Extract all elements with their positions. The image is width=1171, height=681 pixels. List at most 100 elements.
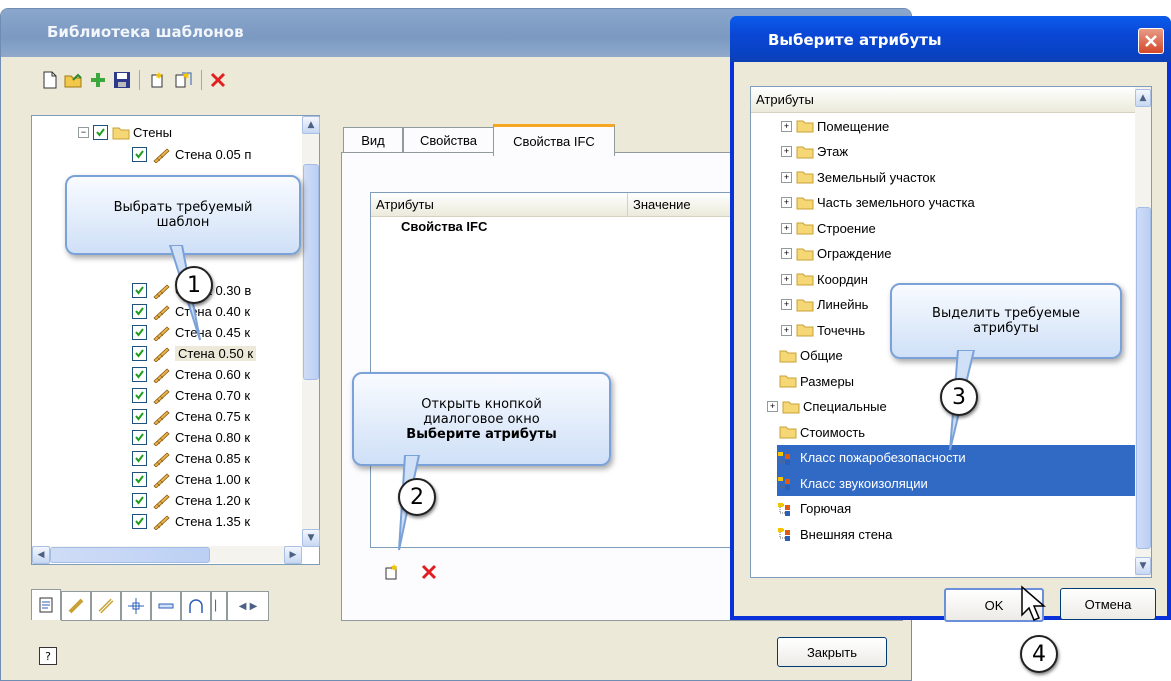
folder-node[interactable]: + Координ [781, 266, 868, 292]
group-row: Свойства IFC [401, 219, 488, 234]
dialog-scrollbar[interactable]: ▲ ▼ [1135, 87, 1151, 577]
tab-icon-more[interactable]: ▏ [211, 591, 227, 621]
checkbox[interactable] [132, 325, 147, 340]
folder-node[interactable]: + Ограждение [781, 241, 892, 267]
delete-icon[interactable] [207, 69, 229, 91]
folder-node[interactable]: Общие [779, 343, 843, 369]
column-value[interactable]: Значение [627, 193, 731, 217]
expand-icon[interactable]: + [781, 120, 792, 132]
cancel-button[interactable]: Отмена [1060, 588, 1156, 620]
scroll-thumb[interactable] [303, 164, 319, 380]
tab-icon-wall[interactable] [61, 591, 91, 621]
folder-node[interactable]: + Этаж [781, 139, 848, 165]
toolbar-separator [201, 70, 202, 90]
folder-icon [796, 119, 817, 133]
attribute-icon [777, 475, 800, 491]
folder-node[interactable]: + Линейнь [781, 292, 868, 318]
checkbox[interactable] [93, 125, 108, 140]
add-icon[interactable] [87, 69, 109, 91]
attribute-node[interactable]: Внешняя стена [777, 521, 892, 547]
callout-text: шаблон [156, 215, 210, 230]
expand-icon[interactable]: + [781, 248, 792, 259]
checkbox[interactable] [132, 147, 147, 162]
checkbox[interactable] [132, 283, 147, 298]
remove-attribute-icon[interactable] [421, 564, 437, 580]
tab-icon-column[interactable] [121, 591, 151, 621]
expand-icon[interactable]: + [781, 324, 792, 336]
help-icon[interactable]: ? [39, 647, 57, 665]
attribute-icon [777, 450, 800, 466]
expand-icon[interactable]: + [781, 222, 792, 234]
folder-node[interactable]: + Помещение [781, 113, 889, 139]
folder-node[interactable]: + Точечнь [781, 317, 865, 343]
copy-template-icon[interactable] [173, 69, 195, 91]
folder-node[interactable]: + Строение [781, 215, 876, 241]
scroll-right-icon[interactable]: ▶ [284, 546, 302, 564]
checkbox[interactable] [132, 514, 147, 529]
new-template-icon[interactable] [147, 69, 169, 91]
tree-item-label: Земельный участок [817, 169, 936, 185]
checkbox[interactable] [132, 472, 147, 487]
attribute-node[interactable]: Горючая [777, 496, 851, 522]
close-icon[interactable] [1138, 28, 1164, 54]
tab-view[interactable]: Вид [343, 127, 403, 153]
folder-icon [779, 425, 800, 439]
collapse-icon[interactable]: − [78, 127, 89, 138]
select-attributes-icon[interactable] [383, 563, 401, 581]
folder-node[interactable]: Размеры [779, 368, 854, 394]
checkbox[interactable] [132, 451, 147, 466]
scroll-thumb-h[interactable] [50, 547, 210, 563]
attribute-icon [777, 526, 800, 542]
column-attributes[interactable]: Атрибуты [371, 193, 627, 217]
folder-node[interactable]: Стоимость [779, 419, 865, 445]
folder-node[interactable]: + Специальные [767, 394, 887, 420]
checkbox[interactable] [132, 346, 147, 361]
tab-properties[interactable]: Свойства [403, 127, 494, 153]
expand-icon[interactable]: + [767, 401, 778, 412]
expand-icon[interactable]: + [781, 299, 792, 310]
tree-horizontal-scrollbar[interactable]: ◀ ▶ [32, 546, 302, 564]
new-icon[interactable] [39, 69, 61, 91]
tree-item-label: Ограждение [817, 246, 892, 261]
expand-icon[interactable]: + [781, 171, 792, 183]
expand-icon[interactable]: + [781, 146, 792, 157]
open-icon[interactable] [63, 69, 85, 91]
expand-icon[interactable]: + [781, 273, 792, 285]
attribute-node[interactable]: Класс звукоизоляции [777, 470, 1135, 496]
tab-icon-door[interactable] [181, 591, 211, 621]
scroll-up-icon[interactable]: ▲ [302, 116, 320, 134]
scroll-down-icon[interactable]: ▼ [302, 529, 320, 547]
tab-icon-properties[interactable] [31, 589, 61, 620]
tree-item-label: Этаж [817, 144, 849, 159]
checkbox[interactable] [132, 388, 147, 403]
checkbox[interactable] [132, 367, 147, 382]
save-icon[interactable] [111, 69, 133, 91]
scroll-thumb[interactable] [1136, 207, 1151, 549]
tree-header[interactable]: Атрибуты [751, 87, 1135, 113]
tab-icon-wall-2[interactable] [91, 591, 121, 621]
folder-icon [796, 298, 817, 312]
checkbox[interactable] [132, 430, 147, 445]
wall-icon [151, 493, 175, 509]
expand-icon[interactable]: + [781, 197, 792, 208]
dialog-title: Выберите атрибуты [768, 31, 942, 49]
cursor-icon [1021, 585, 1046, 621]
tab-scroll-arrows[interactable]: ◀ ▶ [227, 591, 269, 621]
folder-node[interactable]: + Земельный участок [781, 164, 935, 190]
tree-item-label: Стоимость [800, 424, 866, 440]
close-button[interactable]: Закрыть [777, 637, 887, 667]
folder-node[interactable]: + Часть земельного участка [781, 190, 975, 216]
scroll-left-icon[interactable]: ◀ [32, 546, 50, 564]
tree-item-label: Координ [817, 271, 868, 287]
callout-text: Выделить требуемые [932, 306, 1080, 321]
tree-item-label: Стена 0.80 к [175, 430, 251, 445]
checkbox[interactable] [132, 304, 147, 319]
scroll-up-icon[interactable]: ▲ [1135, 89, 1151, 107]
checkbox[interactable] [132, 409, 147, 424]
tree-vertical-scrollbar[interactable]: ▲ ▼ [302, 116, 320, 547]
tab-icon-beam[interactable] [151, 591, 181, 621]
tree-item-label: Строение [817, 220, 876, 236]
scroll-down-icon[interactable]: ▼ [1135, 557, 1151, 575]
checkbox[interactable] [132, 493, 147, 508]
tab-ifc-properties[interactable]: Свойства IFC [493, 124, 615, 156]
